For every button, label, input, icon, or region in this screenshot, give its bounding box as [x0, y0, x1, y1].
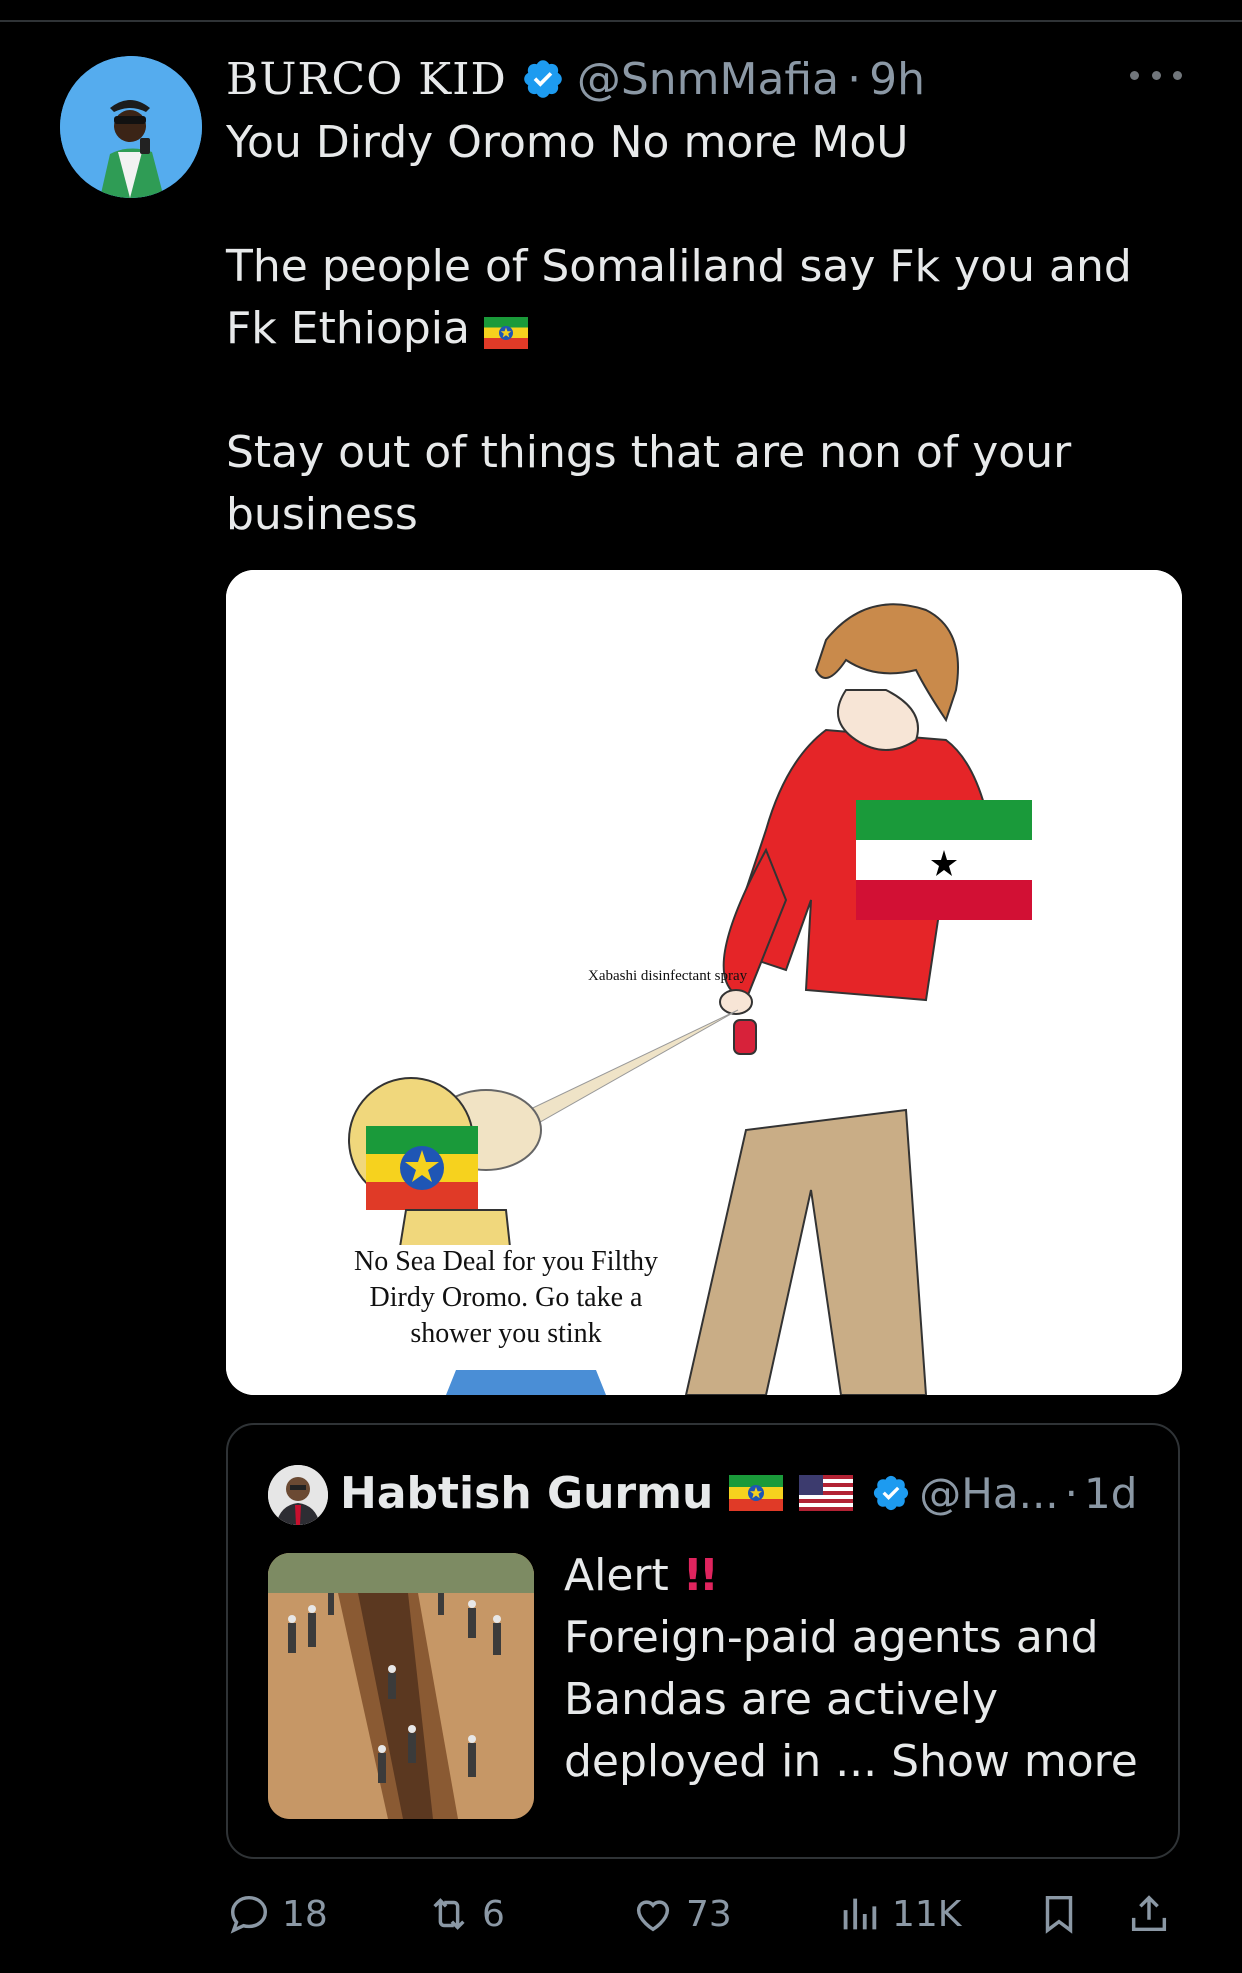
- quoted-tweet-line[interactable]: deployed in ... Show more: [564, 1731, 1154, 1793]
- repost-button[interactable]: 6: [426, 1886, 505, 1942]
- tweet-media-image[interactable]: Xabashi disinfectant spray No Sea Deal f…: [226, 570, 1182, 1395]
- views-chart-icon: [843, 1898, 877, 1930]
- quoted-author-avatar[interactable]: [268, 1465, 328, 1525]
- author-avatar[interactable]: [60, 56, 202, 198]
- ethiopia-flag-icon: [483, 317, 528, 349]
- tweet-header: BURCO KID @SnmMafia · 9h: [226, 53, 925, 105]
- repost-icon: [433, 1898, 465, 1930]
- quoted-tweet-card[interactable]: Habtish Gurmu @Ha... · 1d Alert !! Forei…: [226, 1423, 1180, 1859]
- author-handle[interactable]: @SnmMafia: [577, 54, 839, 105]
- caption-line: shower you stink: [410, 1318, 601, 1349]
- quoted-tweet-line: Alert!!: [564, 1545, 1154, 1607]
- ethiopia-flag-icon: [729, 1475, 784, 1511]
- reply-icon: [230, 1895, 268, 1934]
- somaliland-flag-icon: [856, 800, 1032, 920]
- more-options-icon[interactable]: [1130, 60, 1182, 90]
- caption-line: Dirdy Oromo. Go take a: [370, 1282, 644, 1313]
- tweet-paragraph: The people of Somaliland say Fk you and …: [226, 236, 1186, 360]
- quoted-tweet-timestamp[interactable]: 1d: [1084, 1469, 1137, 1518]
- verified-badge-icon: [874, 1475, 909, 1511]
- tweet-paragraph: Stay out of things that are non of your …: [226, 427, 1072, 540]
- reply-button[interactable]: 18: [226, 1886, 328, 1942]
- separator-dot: ·: [1064, 1468, 1079, 1518]
- caption-line: No Sea Deal for you Filthy: [354, 1246, 658, 1277]
- tweet-paragraph: You Dirdy Oromo No more MoU: [226, 117, 909, 168]
- share-icon: [1131, 1895, 1167, 1932]
- quoted-tweet-header: Habtish Gurmu @Ha... · 1d: [340, 1463, 1137, 1523]
- like-button[interactable]: 73: [630, 1886, 732, 1942]
- top-divider: [0, 20, 1242, 22]
- quoted-tweet-line: Foreign-paid agents and: [564, 1612, 1099, 1663]
- reply-count: 18: [282, 1893, 328, 1935]
- views-button[interactable]: 11K: [836, 1886, 961, 1942]
- quoted-tweet-thumbnail[interactable]: [268, 1553, 534, 1819]
- ethiopia-flag-icon: [366, 1126, 478, 1210]
- quoted-tweet-line: Bandas are actively: [564, 1674, 998, 1725]
- views-count: 11K: [892, 1893, 962, 1935]
- tweet-text: You Dirdy Oromo No more MoU The people o…: [226, 112, 1186, 546]
- tweet-action-bar: 18 6 73 11K: [226, 1886, 1182, 1942]
- quoted-tweet-text: Alert!! Foreign-paid agents and Bandas a…: [564, 1545, 1154, 1793]
- bookmark-button[interactable]: [1036, 1886, 1082, 1942]
- verified-badge-icon: [524, 60, 562, 98]
- bookmark-icon: [1045, 1895, 1073, 1934]
- repost-count: 6: [482, 1893, 505, 1935]
- share-button[interactable]: [1126, 1886, 1172, 1942]
- like-count: 73: [686, 1893, 732, 1935]
- quoted-author-display-name[interactable]: Habtish Gurmu: [340, 1468, 713, 1519]
- author-display-name[interactable]: BURCO KID: [226, 54, 507, 105]
- alert-word: Alert: [564, 1550, 669, 1601]
- quoted-author-handle[interactable]: @Ha...: [919, 1469, 1058, 1518]
- usa-flag-icon: [799, 1475, 854, 1511]
- double-exclamation-icon: !!: [682, 1550, 719, 1601]
- heart-icon: [636, 1900, 670, 1932]
- tweet-timestamp[interactable]: 9h: [869, 54, 925, 105]
- tweet-paragraph-text: The people of Somaliland say Fk you and …: [226, 241, 1132, 354]
- spray-label: Xabashi disinfectant spray: [588, 968, 748, 984]
- separator-dot: ·: [847, 53, 862, 105]
